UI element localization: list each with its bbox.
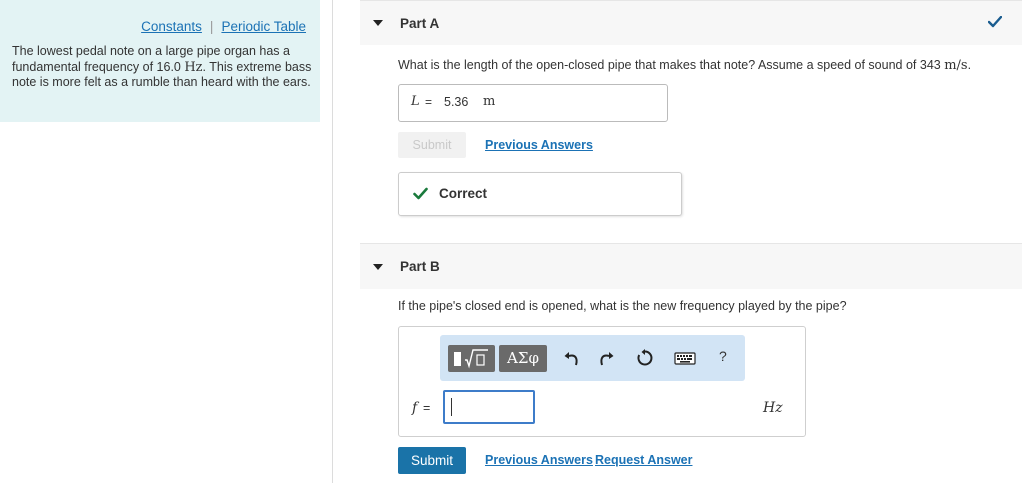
keyboard-icon[interactable] xyxy=(674,349,696,367)
part-b-submit-button[interactable]: Submit xyxy=(398,447,466,474)
part-a-question: What is the length of the open-closed pi… xyxy=(398,58,971,73)
part-a-question-after: . xyxy=(967,58,972,72)
part-b-previous-answers-link[interactable]: Previous Answers xyxy=(485,453,593,467)
math-toolbar: ΑΣφ ? xyxy=(440,335,745,381)
problem-statement: The lowest pedal note on a large pipe or… xyxy=(12,44,312,91)
answer-equals: = xyxy=(423,401,431,415)
part-a-answer-box: L = 5.36 m xyxy=(398,84,668,122)
part-a-submit-button: Submit xyxy=(398,132,466,158)
answer-variable: f xyxy=(412,400,418,416)
panel-divider xyxy=(332,0,333,483)
reset-icon[interactable] xyxy=(636,349,654,367)
part-a-title: Part A xyxy=(400,16,440,31)
redo-icon[interactable] xyxy=(596,349,614,367)
part-a-previous-answers-link[interactable]: Previous Answers xyxy=(485,138,593,152)
answer-variable: L xyxy=(411,94,420,109)
feedback-text: Correct xyxy=(439,186,488,201)
answer-value: 5.36 xyxy=(444,95,469,109)
feedback-correct-box: Correct xyxy=(398,172,682,216)
constants-link[interactable]: Constants xyxy=(141,19,202,34)
frequency-answer-input[interactable] xyxy=(443,390,535,424)
part-complete-check-icon xyxy=(988,16,1002,28)
correct-check-icon xyxy=(413,187,428,200)
part-b-title: Part B xyxy=(400,259,440,274)
collapse-caret-icon[interactable] xyxy=(373,20,383,26)
resource-links: Constants | Periodic Table xyxy=(141,19,306,34)
templates-icon xyxy=(454,349,488,369)
request-answer-link[interactable]: Request Answer xyxy=(595,453,692,467)
part-a-question-unit: m/s xyxy=(944,58,968,73)
answer-equals: = xyxy=(425,95,433,109)
help-button[interactable]: ? xyxy=(719,348,727,364)
templates-button[interactable] xyxy=(448,345,495,372)
answer-unit: m xyxy=(483,94,496,109)
answer-unit: Hz xyxy=(763,400,783,416)
greek-symbols-button[interactable]: ΑΣφ xyxy=(499,345,547,372)
part-b-answer-panel: ΑΣφ ? f = Hz xyxy=(398,326,806,437)
problem-unit: Hz xyxy=(184,59,203,75)
links-separator: | xyxy=(209,19,214,34)
collapse-caret-icon[interactable] xyxy=(373,264,383,270)
part-b-question: If the pipe's closed end is opened, what… xyxy=(398,299,847,313)
part-a-question-before: What is the length of the open-closed pi… xyxy=(398,58,945,72)
part-b-header[interactable]: Part B xyxy=(360,243,1022,289)
text-cursor xyxy=(451,398,452,416)
problem-intro-panel: Constants | Periodic Table The lowest peda… xyxy=(0,0,320,122)
periodic-table-link[interactable]: Periodic Table xyxy=(221,19,306,34)
part-a-header[interactable]: Part A xyxy=(360,0,1022,45)
undo-icon[interactable] xyxy=(564,349,582,367)
